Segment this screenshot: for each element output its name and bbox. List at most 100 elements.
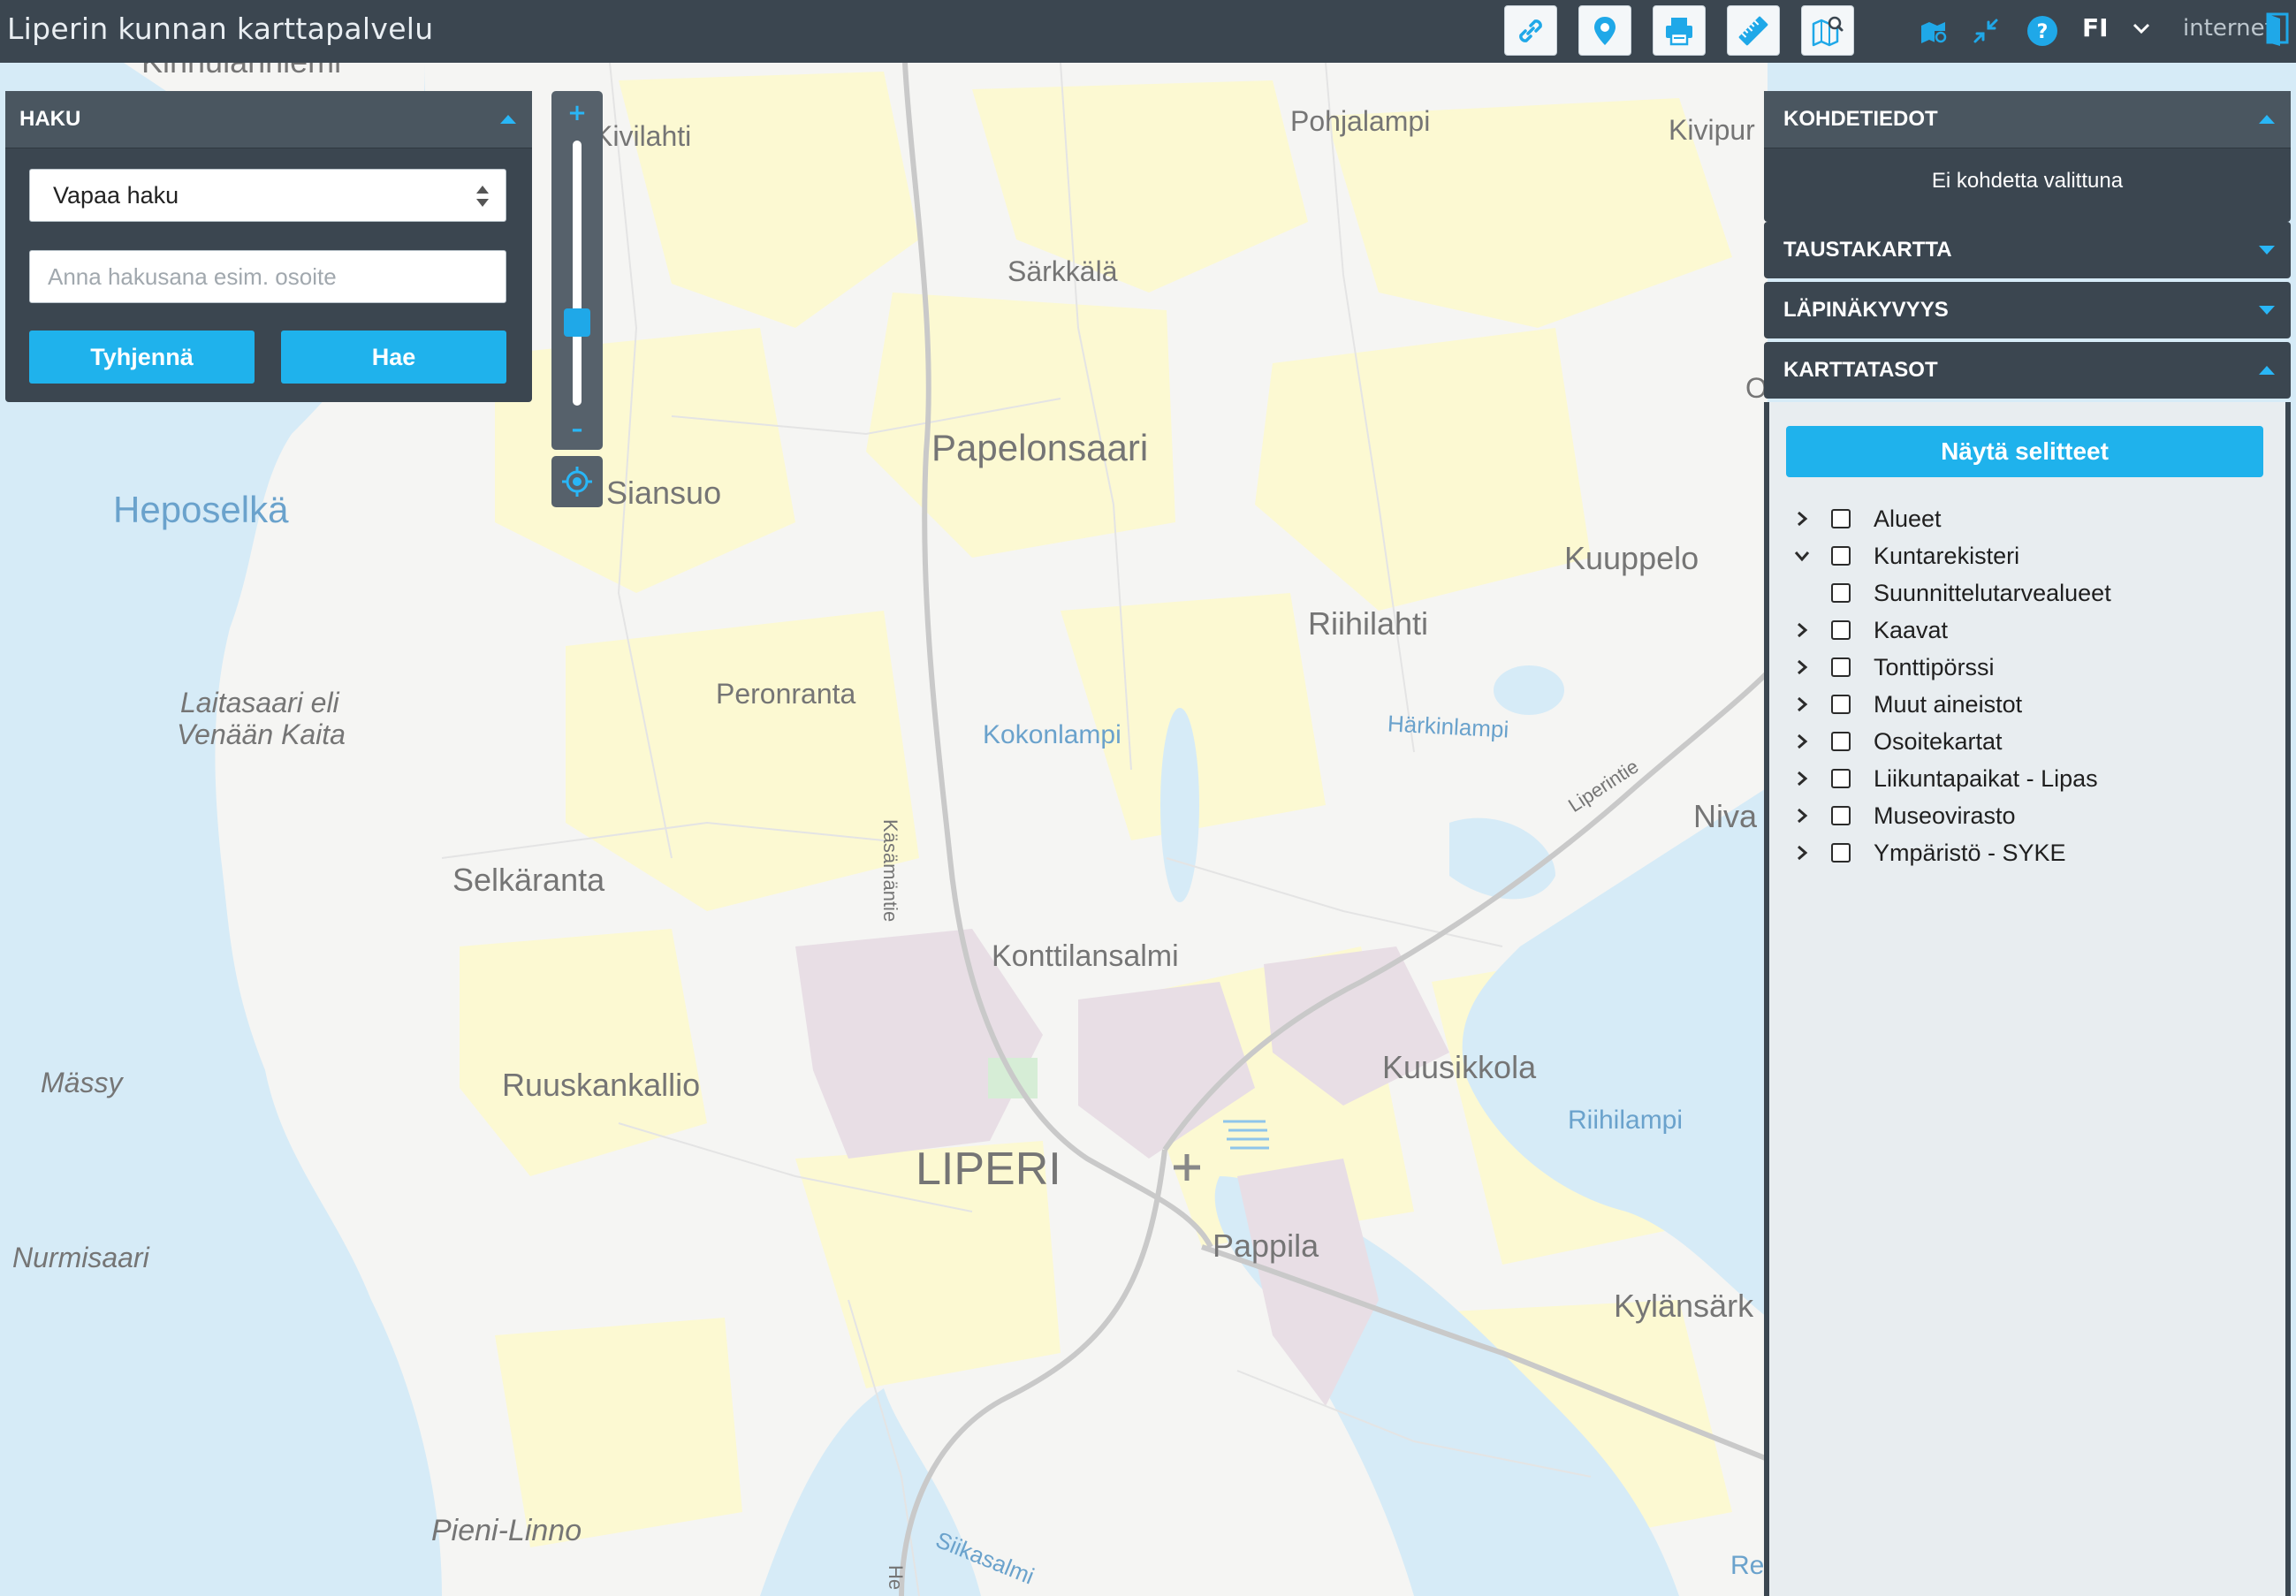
collapse-button[interactable]: [1964, 9, 2008, 53]
zoom-slider-track[interactable]: [573, 141, 582, 406]
map-label: LIPERI: [916, 1144, 1061, 1195]
map-label: Riihilahti: [1308, 605, 1429, 642]
chevron-right-icon[interactable]: [1789, 802, 1815, 829]
location-pin-icon: [1594, 16, 1616, 45]
user-label: internet: [2183, 15, 2274, 42]
search-input[interactable]: [29, 250, 506, 303]
zoom-slider-handle[interactable]: [564, 308, 590, 338]
feature-info-panel: KOHDETIEDOT Ei kohdetta valittuna: [1764, 91, 2291, 222]
map-label: Re: [1730, 1551, 1765, 1580]
ruler-button[interactable]: [1727, 5, 1780, 56]
chevron-right-icon[interactable]: [1789, 505, 1815, 532]
search-panel-header[interactable]: HAKU: [5, 91, 532, 148]
transparency-header[interactable]: LÄPINÄKYVYYS: [1764, 282, 2291, 338]
layer-checkbox[interactable]: [1831, 843, 1851, 863]
map-layers-button[interactable]: [1912, 9, 1957, 53]
print-icon: [1666, 17, 1692, 45]
zoom-control: + –: [551, 91, 603, 450]
search-panel: HAKU Vapaa haku Tyhjennä Hae: [5, 91, 532, 402]
help-icon: ?: [2027, 16, 2057, 46]
map-label: Kuusikkola: [1382, 1049, 1537, 1085]
map-search-icon: [1812, 16, 1844, 46]
map-label: Konttilansalmi: [992, 939, 1179, 973]
layer-item[interactable]: Alueet: [1789, 501, 1942, 536]
layer-checkbox[interactable]: [1831, 806, 1851, 825]
layers-header[interactable]: KARTTATASOT: [1764, 342, 2291, 399]
layer-label: Muut aineistot: [1874, 690, 2023, 718]
background-map-header[interactable]: TAUSTAKARTTA: [1764, 222, 2291, 278]
collapse-arrow-icon: [500, 115, 516, 124]
location-pin-button[interactable]: [1578, 5, 1631, 56]
expand-arrow-icon: [2259, 306, 2275, 315]
layer-label: Osoitekartat: [1874, 727, 2003, 755]
layer-label: Tonttipörssi: [1874, 653, 1995, 680]
collapse-arrow-icon: [2259, 115, 2275, 124]
ruler-icon: [1738, 16, 1768, 45]
layer-checkbox[interactable]: [1831, 695, 1851, 714]
map-search-button[interactable]: [1801, 5, 1854, 56]
map-label: Kokonlampi: [983, 720, 1121, 749]
map-label: Kylänsärk: [1614, 1288, 1754, 1324]
layer-label: Suunnittelutarvealueet: [1874, 579, 2111, 606]
feature-info-header[interactable]: KOHDETIEDOT: [1764, 91, 2291, 148]
layer-checkbox[interactable]: [1831, 546, 1851, 566]
map-label: Selkäranta: [452, 862, 605, 898]
chevron-right-icon[interactable]: [1789, 617, 1815, 643]
map-label: Riihilampi: [1568, 1106, 1684, 1135]
link-button[interactable]: [1504, 5, 1557, 56]
my-location-button[interactable]: [551, 456, 603, 507]
feature-info-title: KOHDETIEDOT: [1783, 107, 1938, 131]
map-label: Papelonsaari: [931, 427, 1149, 468]
chevron-right-icon[interactable]: [1789, 840, 1815, 866]
map-label: Käsämäntie: [879, 819, 901, 923]
search-button[interactable]: Hae: [281, 331, 506, 384]
layer-item[interactable]: Tonttipörssi: [1789, 650, 1995, 685]
layer-item[interactable]: Museovirasto: [1789, 798, 2016, 833]
layer-item[interactable]: Osoitekartat: [1789, 724, 2003, 759]
language-selector[interactable]: FI: [2082, 0, 2109, 57]
zoom-out-button[interactable]: –: [551, 416, 603, 443]
map-label: Kuuppelo: [1564, 540, 1699, 576]
map-layers-icon: [1921, 22, 1947, 43]
layer-item[interactable]: Kaavat: [1789, 612, 1948, 648]
search-panel-title: HAKU: [19, 107, 81, 131]
search-type-select[interactable]: Vapaa haku: [29, 169, 506, 222]
map-label: Niva: [1693, 798, 1758, 834]
map-label: Ruuskankallio: [502, 1067, 701, 1103]
map-label: Laitasaari eli: [180, 687, 339, 718]
chevron-down-icon[interactable]: [2124, 11, 2159, 46]
layer-label: Liikuntapaikat - Lipas: [1874, 764, 2098, 792]
zoom-in-button[interactable]: +: [551, 100, 603, 126]
layer-label: Kuntarekisteri: [1874, 542, 2020, 569]
map-label: Särkkälä: [1007, 255, 1118, 287]
layer-item[interactable]: Liikuntapaikat - Lipas: [1789, 761, 2098, 796]
layer-checkbox[interactable]: [1831, 732, 1851, 751]
chevron-right-icon[interactable]: [1789, 765, 1815, 792]
collapse-arrows-icon: [1973, 19, 1998, 43]
chevron-right-icon[interactable]: [1789, 728, 1815, 755]
layer-checkbox[interactable]: [1831, 509, 1851, 528]
map-label: Siansuo: [606, 475, 722, 511]
chevron-right-icon[interactable]: [1789, 654, 1815, 680]
map-label: Peronranta: [716, 678, 856, 710]
layer-item[interactable]: Ympäristö - SYKE: [1789, 835, 2066, 870]
help-button[interactable]: ?: [2020, 9, 2064, 53]
layer-checkbox[interactable]: [1831, 657, 1851, 677]
show-legend-button[interactable]: Näytä selitteet: [1786, 426, 2263, 477]
layer-checkbox[interactable]: [1831, 583, 1851, 603]
layer-item[interactable]: Kuntarekisteri: [1789, 538, 2019, 574]
layer-checkbox[interactable]: [1831, 620, 1851, 640]
right-panel: KOHDETIEDOT Ei kohdetta valittuna TAUSTA…: [1764, 91, 2296, 1596]
layer-item[interactable]: Suunnittelutarvealueet: [1831, 575, 2111, 611]
logout-icon[interactable]: [2262, 11, 2296, 46]
chevron-down-icon[interactable]: [1789, 543, 1815, 569]
feature-info-empty-text: Ei kohdetta valittuna: [1931, 169, 2124, 193]
clear-button[interactable]: Tyhjennä: [29, 331, 255, 384]
expand-arrow-icon: [2259, 246, 2275, 255]
layer-checkbox[interactable]: [1831, 769, 1851, 788]
layer-item[interactable]: Muut aineistot: [1789, 687, 2022, 722]
chevron-right-icon[interactable]: [1789, 691, 1815, 718]
print-button[interactable]: [1653, 5, 1706, 56]
map-label: Pohjalampi: [1290, 105, 1431, 137]
map-label: Kinnulanniemi: [141, 63, 341, 80]
